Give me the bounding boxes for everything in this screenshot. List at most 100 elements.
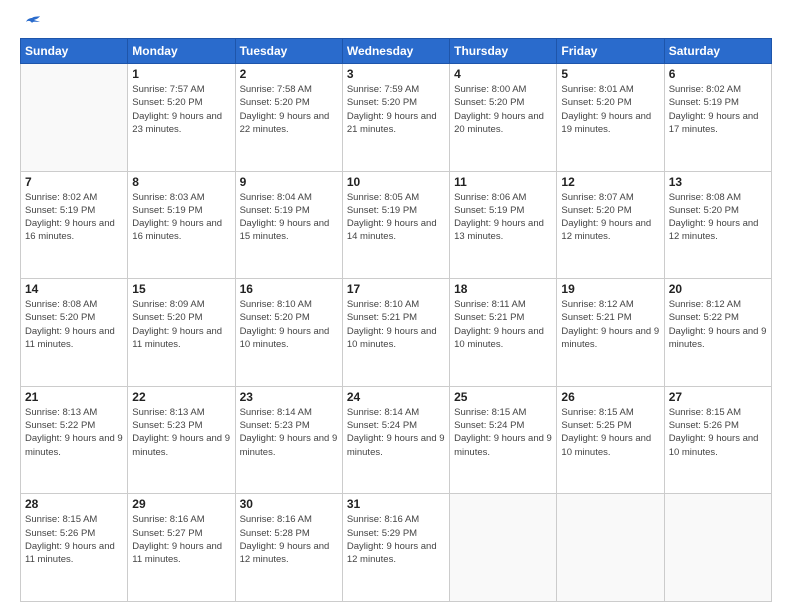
cell-date: 6 (669, 67, 767, 81)
calendar-cell: 6 Sunrise: 8:02 AMSunset: 5:19 PMDaylight… (664, 64, 771, 172)
header (20, 18, 772, 34)
cell-date: 12 (561, 175, 659, 189)
calendar-week-2: 14Sunrise: 8:08 AMSunset: 5:20 PMDayligh… (21, 279, 772, 387)
cell-date: 13 (669, 175, 767, 189)
logo-bird-icon (22, 14, 42, 34)
cell-info: Sunrise: 7:59 AMSunset: 5:20 PMDaylight:… (347, 83, 445, 136)
calendar-cell: 17 Sunrise: 8:10 AMSunset: 5:21 PMDayligh… (342, 279, 449, 387)
cell-date: 3 (347, 67, 445, 81)
calendar-cell: 15 Sunrise: 8:09 AMSunset: 5:20 PMDayligh… (128, 279, 235, 387)
calendar-week-4: 28 Sunrise: 8:15 AMSunset: 5:26 PMDayligh… (21, 494, 772, 602)
cell-date: 16 (240, 282, 338, 296)
calendar-cell: 2 Sunrise: 7:58 AMSunset: 5:20 PMDaylight… (235, 64, 342, 172)
calendar-cell: 12 Sunrise: 8:07 AMSunset: 5:20 PMDayligh… (557, 171, 664, 279)
cell-date: 31 (347, 497, 445, 511)
calendar-cell: 31 Sunrise: 8:16 AMSunset: 5:29 PMDayligh… (342, 494, 449, 602)
calendar-cell: 14Sunrise: 8:08 AMSunset: 5:20 PMDayligh… (21, 279, 128, 387)
calendar-header-wednesday: Wednesday (342, 39, 449, 64)
calendar-header-row: SundayMondayTuesdayWednesdayThursdayFrid… (21, 39, 772, 64)
cell-info: Sunrise: 8:16 AMSunset: 5:29 PMDaylight:… (347, 513, 445, 566)
calendar-cell: 30 Sunrise: 8:16 AMSunset: 5:28 PMDayligh… (235, 494, 342, 602)
calendar-cell: 19 Sunrise: 8:12 AMSunset: 5:21 PMDayligh… (557, 279, 664, 387)
calendar-cell: 3 Sunrise: 7:59 AMSunset: 5:20 PMDaylight… (342, 64, 449, 172)
cell-info: Sunrise: 8:01 AMSunset: 5:20 PMDaylight:… (561, 83, 659, 136)
calendar-cell (21, 64, 128, 172)
cell-info: Sunrise: 8:14 AMSunset: 5:23 PMDaylight:… (240, 406, 338, 459)
cell-date: 27 (669, 390, 767, 404)
cell-date: 8 (132, 175, 230, 189)
cell-date: 14 (25, 282, 123, 296)
cell-info: Sunrise: 8:04 AMSunset: 5:19 PMDaylight:… (240, 191, 338, 244)
cell-info: Sunrise: 8:13 AMSunset: 5:22 PMDaylight:… (25, 406, 123, 459)
calendar-cell: 8 Sunrise: 8:03 AMSunset: 5:19 PMDaylight… (128, 171, 235, 279)
calendar-header-sunday: Sunday (21, 39, 128, 64)
calendar-header-tuesday: Tuesday (235, 39, 342, 64)
calendar-cell: 21 Sunrise: 8:13 AMSunset: 5:22 PMDayligh… (21, 386, 128, 494)
cell-info: Sunrise: 7:57 AMSunset: 5:20 PMDaylight:… (132, 83, 230, 136)
cell-date: 17 (347, 282, 445, 296)
cell-date: 29 (132, 497, 230, 511)
cell-date: 10 (347, 175, 445, 189)
calendar-cell: 29 Sunrise: 8:16 AMSunset: 5:27 PMDayligh… (128, 494, 235, 602)
cell-info: Sunrise: 8:16 AMSunset: 5:27 PMDaylight:… (132, 513, 230, 566)
calendar-week-0: 1 Sunrise: 7:57 AMSunset: 5:20 PMDaylight… (21, 64, 772, 172)
cell-date: 18 (454, 282, 552, 296)
cell-date: 1 (132, 67, 230, 81)
cell-info: Sunrise: 8:03 AMSunset: 5:19 PMDaylight:… (132, 191, 230, 244)
cell-info: Sunrise: 8:02 AMSunset: 5:19 PMDaylight:… (669, 83, 767, 136)
calendar-week-1: 7 Sunrise: 8:02 AMSunset: 5:19 PMDaylight… (21, 171, 772, 279)
calendar-week-3: 21 Sunrise: 8:13 AMSunset: 5:22 PMDayligh… (21, 386, 772, 494)
cell-info: Sunrise: 8:11 AMSunset: 5:21 PMDaylight:… (454, 298, 552, 351)
cell-info: Sunrise: 8:12 AMSunset: 5:22 PMDaylight:… (669, 298, 767, 351)
cell-date: 19 (561, 282, 659, 296)
calendar-cell: 23 Sunrise: 8:14 AMSunset: 5:23 PMDayligh… (235, 386, 342, 494)
calendar-cell: 10 Sunrise: 8:05 AMSunset: 5:19 PMDayligh… (342, 171, 449, 279)
cell-info: Sunrise: 8:05 AMSunset: 5:19 PMDaylight:… (347, 191, 445, 244)
cell-info: Sunrise: 8:13 AMSunset: 5:23 PMDaylight:… (132, 406, 230, 459)
cell-date: 30 (240, 497, 338, 511)
calendar-cell: 27 Sunrise: 8:15 AMSunset: 5:26 PMDayligh… (664, 386, 771, 494)
calendar-cell: 7 Sunrise: 8:02 AMSunset: 5:19 PMDaylight… (21, 171, 128, 279)
cell-date: 24 (347, 390, 445, 404)
calendar-cell: 20 Sunrise: 8:12 AMSunset: 5:22 PMDayligh… (664, 279, 771, 387)
calendar-cell: 28 Sunrise: 8:15 AMSunset: 5:26 PMDayligh… (21, 494, 128, 602)
cell-info: Sunrise: 8:16 AMSunset: 5:28 PMDaylight:… (240, 513, 338, 566)
cell-info: Sunrise: 8:06 AMSunset: 5:19 PMDaylight:… (454, 191, 552, 244)
calendar-cell: 25Sunrise: 8:15 AMSunset: 5:24 PMDayligh… (450, 386, 557, 494)
cell-info: Sunrise: 8:02 AMSunset: 5:19 PMDaylight:… (25, 191, 123, 244)
cell-info: Sunrise: 8:15 AMSunset: 5:26 PMDaylight:… (669, 406, 767, 459)
cell-date: 21 (25, 390, 123, 404)
calendar-cell (664, 494, 771, 602)
cell-date: 9 (240, 175, 338, 189)
calendar-header-thursday: Thursday (450, 39, 557, 64)
cell-date: 20 (669, 282, 767, 296)
cell-info: Sunrise: 8:09 AMSunset: 5:20 PMDaylight:… (132, 298, 230, 351)
calendar-header-monday: Monday (128, 39, 235, 64)
cell-info: Sunrise: 8:10 AMSunset: 5:20 PMDaylight:… (240, 298, 338, 351)
cell-info: Sunrise: 8:08 AMSunset: 5:20 PMDaylight:… (669, 191, 767, 244)
calendar-cell: 16 Sunrise: 8:10 AMSunset: 5:20 PMDayligh… (235, 279, 342, 387)
calendar-cell: 1 Sunrise: 7:57 AMSunset: 5:20 PMDaylight… (128, 64, 235, 172)
page: SundayMondayTuesdayWednesdayThursdayFrid… (0, 0, 792, 612)
cell-date: 26 (561, 390, 659, 404)
cell-info: Sunrise: 8:00 AMSunset: 5:20 PMDaylight:… (454, 83, 552, 136)
cell-info: Sunrise: 8:15 AMSunset: 5:24 PMDaylight:… (454, 406, 552, 459)
cell-date: 2 (240, 67, 338, 81)
cell-info: Sunrise: 8:07 AMSunset: 5:20 PMDaylight:… (561, 191, 659, 244)
cell-info: Sunrise: 8:15 AMSunset: 5:26 PMDaylight:… (25, 513, 123, 566)
cell-date: 23 (240, 390, 338, 404)
calendar-cell: 24Sunrise: 8:14 AMSunset: 5:24 PMDayligh… (342, 386, 449, 494)
cell-info: Sunrise: 8:10 AMSunset: 5:21 PMDaylight:… (347, 298, 445, 351)
calendar-cell: 26 Sunrise: 8:15 AMSunset: 5:25 PMDayligh… (557, 386, 664, 494)
calendar-cell: 22Sunrise: 8:13 AMSunset: 5:23 PMDayligh… (128, 386, 235, 494)
calendar-cell (557, 494, 664, 602)
cell-info: Sunrise: 7:58 AMSunset: 5:20 PMDaylight:… (240, 83, 338, 136)
cell-info: Sunrise: 8:12 AMSunset: 5:21 PMDaylight:… (561, 298, 659, 351)
calendar-header-saturday: Saturday (664, 39, 771, 64)
cell-date: 11 (454, 175, 552, 189)
cell-date: 7 (25, 175, 123, 189)
cell-date: 28 (25, 497, 123, 511)
cell-info: Sunrise: 8:15 AMSunset: 5:25 PMDaylight:… (561, 406, 659, 459)
cell-date: 15 (132, 282, 230, 296)
calendar-cell: 11 Sunrise: 8:06 AMSunset: 5:19 PMDayligh… (450, 171, 557, 279)
